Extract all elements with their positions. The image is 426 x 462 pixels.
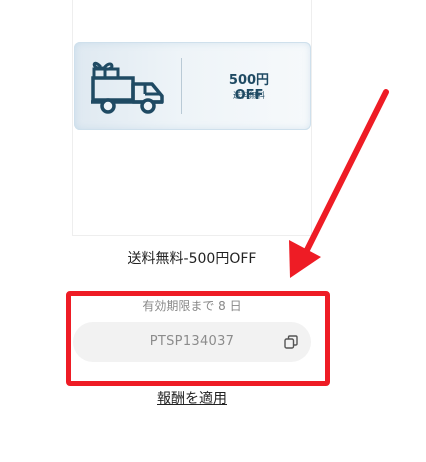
- truck-gift-icon: [91, 61, 164, 114]
- coupon-subtitle: 送料無料: [233, 91, 265, 100]
- highlight-box: [66, 291, 330, 386]
- apply-reward-link[interactable]: 報酬を適用: [0, 388, 384, 408]
- coupon-ticket: 500円 OFF 送料無料: [74, 42, 311, 130]
- coupon-divider: [181, 58, 182, 114]
- coupon-title: 送料無料-500円OFF: [127, 251, 257, 267]
